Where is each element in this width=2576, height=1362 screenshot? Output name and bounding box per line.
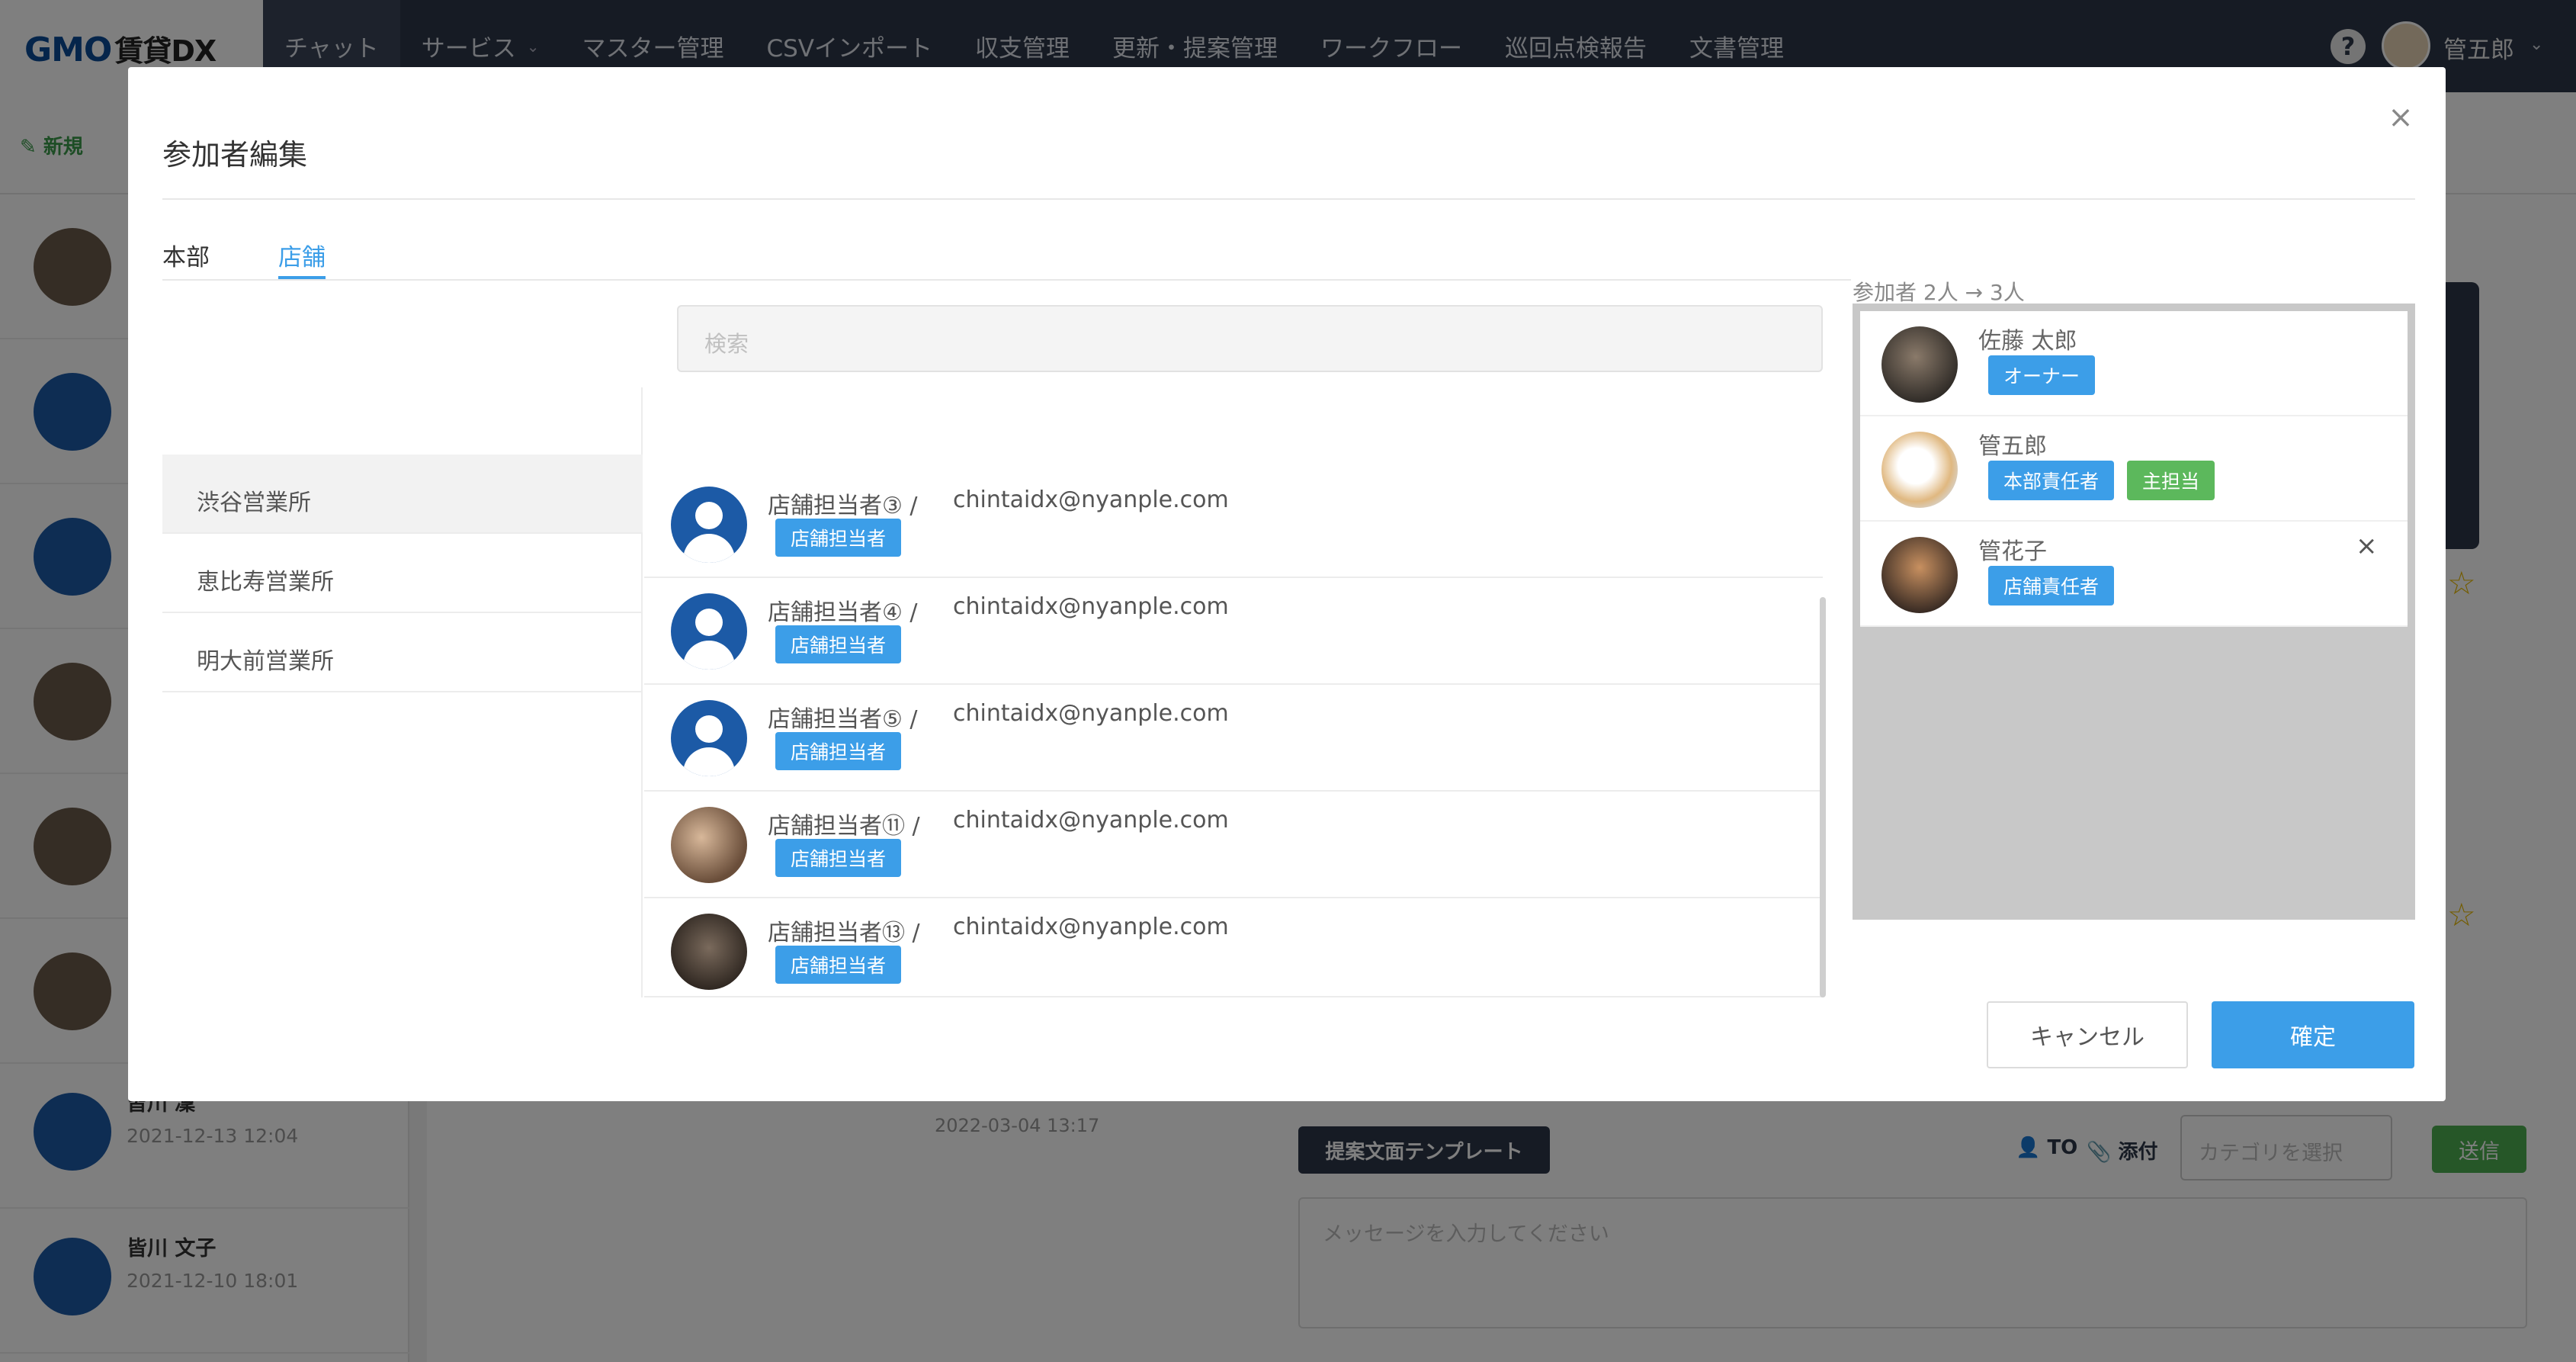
scrollbar[interactable]: [1820, 597, 1826, 997]
participants-panel: 佐藤 太郎 オーナー 管五郎 本部責任者 主担当 管花子 店舗責任者 ×: [1853, 304, 2415, 920]
participant-card: 佐藤 太郎 オーナー: [1860, 311, 2408, 416]
role-badge: 店舗責任者: [1988, 566, 2115, 606]
default-avatar-icon: [671, 593, 747, 670]
default-avatar-icon: [671, 487, 747, 563]
branch-item-ebisu[interactable]: 恵比寿営業所: [162, 534, 643, 613]
divider: [162, 198, 2415, 200]
member-list: 店舗担当者③ / chintaidx@nyanple.com 店舗担当者 店舗担…: [644, 387, 1823, 997]
participants-count: 参加者 2人 → 3人: [1853, 280, 2025, 305]
role-badge: 店舗担当者: [775, 625, 902, 663]
list-item[interactable]: 店舗担当者⑪ / chintaidx@nyanple.com 店舗担当者: [644, 793, 1823, 898]
list-item[interactable]: 店舗担当者⑬ / chintaidx@nyanple.com 店舗担当者: [644, 900, 1823, 996]
list-item[interactable]: 店舗担当者⑤ / chintaidx@nyanple.com 店舗担当者: [644, 686, 1823, 792]
participant-card: 管花子 店舗責任者 ×: [1860, 522, 2408, 627]
member-email: chintaidx@nyanple.com: [953, 914, 1229, 940]
avatar: [671, 807, 747, 883]
list-item[interactable]: 店舗担当者④ / chintaidx@nyanple.com 店舗担当者: [644, 580, 1823, 685]
avatar: [1881, 326, 1958, 403]
member-email: chintaidx@nyanple.com: [953, 593, 1229, 620]
default-avatar-icon: [671, 700, 747, 776]
branch-item-shibuya[interactable]: 渋谷営業所: [162, 455, 643, 534]
member-name: 店舗担当者⑪ /: [768, 813, 920, 840]
participant-edit-modal: 参加者編集 × 本部 店舗 検索 渋谷営業所 恵比寿営業所 明大前営業所 店舗担…: [128, 67, 2446, 1101]
active-tab-indicator: [278, 276, 326, 279]
modal-title: 参加者編集: [162, 138, 308, 172]
member-email: chintaidx@nyanple.com: [953, 700, 1229, 727]
role-badge: 本部責任者: [1988, 461, 2115, 500]
member-email: chintaidx@nyanple.com: [953, 487, 1229, 513]
tab-bar: 本部 店舗: [162, 227, 1851, 281]
avatar: [1881, 537, 1958, 613]
list-item[interactable]: 店舗担当者③ / chintaidx@nyanple.com 店舗担当者: [644, 473, 1823, 578]
branch-item-meidaimae[interactable]: 明大前営業所: [162, 613, 643, 692]
participant-name: 管花子: [1978, 538, 2047, 565]
participant-card: 管五郎 本部責任者 主担当: [1860, 416, 2408, 522]
main-contact-badge: 主担当: [2127, 461, 2215, 500]
tab-store[interactable]: 店舗: [278, 238, 326, 272]
role-badge: 店舗担当者: [775, 946, 902, 984]
role-badge: 店舗担当者: [775, 839, 902, 877]
tab-headquarters[interactable]: 本部: [162, 238, 210, 272]
avatar: [1881, 432, 1958, 508]
member-name: 店舗担当者⑤ /: [768, 706, 918, 733]
participant-name: 佐藤 太郎: [1978, 328, 2077, 355]
participant-name: 管五郎: [1978, 433, 2047, 460]
cancel-button[interactable]: キャンセル: [1987, 1001, 2188, 1068]
role-badge: 店舗担当者: [775, 519, 902, 557]
role-badge: 店舗担当者: [775, 732, 902, 770]
confirm-button[interactable]: 確定: [2212, 1001, 2414, 1068]
member-name: 店舗担当者④ /: [768, 599, 918, 626]
role-badge: オーナー: [1988, 355, 2096, 395]
close-icon[interactable]: ×: [2381, 98, 2420, 137]
search-input[interactable]: 検索: [677, 305, 1823, 372]
member-name: 店舗担当者⑬ /: [768, 920, 920, 946]
branch-list: 渋谷営業所 恵比寿営業所 明大前営業所: [162, 387, 643, 997]
avatar: [671, 914, 747, 990]
member-email: chintaidx@nyanple.com: [953, 807, 1229, 834]
remove-participant-icon[interactable]: ×: [2356, 531, 2378, 561]
member-name: 店舗担当者③ /: [768, 493, 918, 519]
